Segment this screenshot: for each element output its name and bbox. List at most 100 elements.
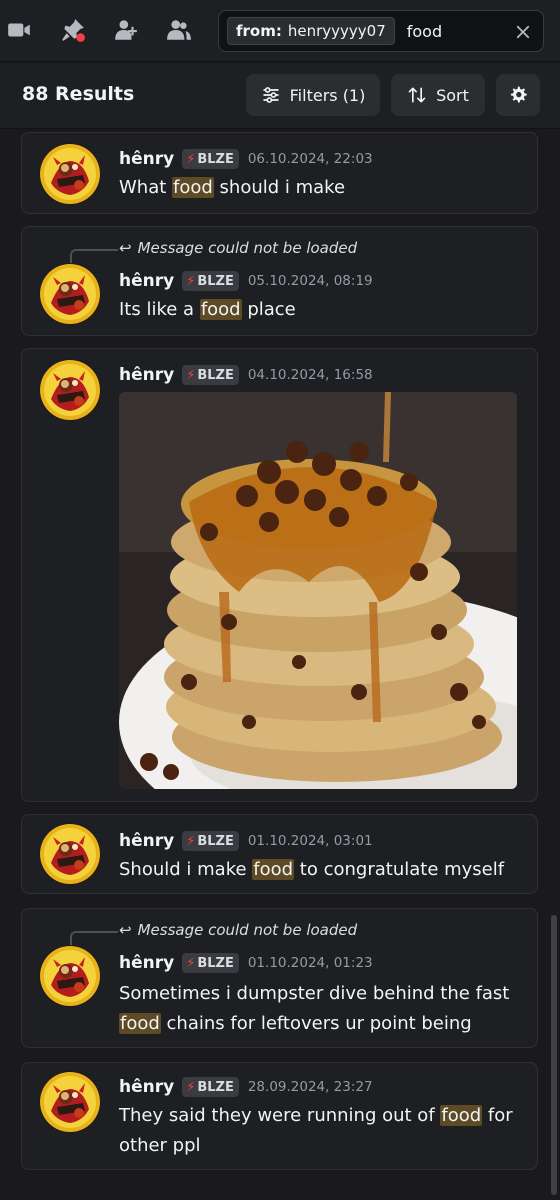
timestamp: 28.09.2024, 23:27 — [247, 1079, 373, 1095]
reply-preview[interactable]: ↩ Message could not be loaded — [119, 921, 357, 939]
username[interactable]: hênry — [119, 831, 174, 851]
timestamp: 01.10.2024, 01:23 — [247, 955, 373, 971]
avatar[interactable] — [39, 1071, 101, 1133]
search-query[interactable]: food — [407, 22, 442, 41]
message-text: What food should i make — [119, 173, 345, 203]
search-highlight: food — [119, 1013, 161, 1034]
search-result-item[interactable]: hênry ⚡ BLZE 28.09.2024, 23:27 They said … — [21, 1062, 538, 1170]
message-header: hênry ⚡ BLZE 04.10.2024, 16:58 — [119, 365, 373, 385]
avatar[interactable] — [39, 945, 101, 1007]
clan-tag-label: BLZE — [197, 273, 234, 289]
search-box[interactable]: from: henryyyyy07 food — [218, 10, 544, 52]
avatar[interactable] — [39, 823, 101, 885]
gear-icon — [510, 86, 527, 103]
text-segment: Its like a — [119, 299, 200, 320]
search-highlight: food — [252, 859, 295, 880]
message-header: hênry ⚡ BLZE 05.10.2024, 08:19 — [119, 271, 373, 291]
bolt-icon: ⚡ — [186, 955, 196, 971]
text-segment: should i make — [213, 177, 346, 198]
clan-tag-label: BLZE — [197, 955, 234, 971]
message-header: hênry ⚡ BLZE 28.09.2024, 23:27 — [119, 1077, 373, 1097]
avatar[interactable] — [39, 359, 101, 421]
clan-tag[interactable]: ⚡ BLZE — [182, 1077, 239, 1097]
message-header: hênry ⚡ BLZE 01.10.2024, 01:23 — [119, 953, 373, 973]
bolt-icon: ⚡ — [186, 367, 196, 383]
search-highlight: food — [172, 177, 214, 198]
sort-button[interactable]: Sort — [391, 74, 485, 116]
text-line: They said they were running out of food … — [119, 1101, 513, 1131]
search-result-item[interactable]: ↩ Message could not be loaded hênry ⚡ BLZE… — [21, 226, 538, 336]
search-result-item[interactable]: hênry ⚡ BLZE 01.10.2024, 03:01 Should i m… — [21, 814, 538, 894]
username[interactable]: hênry — [119, 365, 174, 385]
scrollbar[interactable] — [551, 915, 557, 1195]
message-text: Sometimes i dumpster dive behind the fas… — [119, 979, 509, 1039]
filters-button[interactable]: Filters (1) — [246, 74, 380, 116]
text-segment: They said they were running out of — [119, 1105, 441, 1126]
message-text: Should i make food to congratulate mysel… — [119, 855, 504, 885]
timestamp: 06.10.2024, 22:03 — [247, 151, 373, 167]
reply-connector — [70, 931, 118, 947]
add-member-icon[interactable] — [109, 13, 143, 47]
sliders-icon — [263, 87, 279, 103]
clan-tag-label: BLZE — [197, 367, 234, 383]
text-line: other ppl — [119, 1135, 201, 1156]
filter-key: from: — [236, 22, 282, 40]
bolt-icon: ⚡ — [186, 151, 196, 167]
text-segment: for — [482, 1105, 513, 1126]
message-header: hênry ⚡ BLZE 06.10.2024, 22:03 — [119, 149, 373, 169]
username[interactable]: hênry — [119, 953, 174, 973]
sort-icon — [408, 87, 426, 103]
pinned-messages-icon[interactable] — [56, 13, 90, 47]
search-result-item[interactable]: hênry ⚡ BLZE 06.10.2024, 22:03 What food … — [21, 132, 538, 214]
search-results-list[interactable]: hênry ⚡ BLZE 06.10.2024, 22:03 What food … — [0, 130, 560, 1200]
timestamp: 01.10.2024, 03:01 — [247, 833, 373, 849]
username[interactable]: hênry — [119, 149, 174, 169]
text-segment: Should i make — [119, 859, 253, 880]
avatar[interactable] — [39, 143, 101, 205]
text-segment: to congratulate myself — [294, 859, 505, 880]
message-text: Its like a food place — [119, 295, 296, 325]
avatar[interactable] — [39, 263, 101, 325]
clan-tag[interactable]: ⚡ BLZE — [182, 149, 239, 169]
results-count: 88 Results — [22, 83, 135, 105]
filter-value: henryyyyy07 — [287, 22, 386, 40]
message-text: They said they were running out of food … — [119, 1101, 513, 1161]
bolt-icon: ⚡ — [186, 1079, 196, 1095]
timestamp: 04.10.2024, 16:58 — [247, 367, 373, 383]
search-highlight: food — [199, 299, 242, 320]
clan-tag-label: BLZE — [197, 833, 234, 849]
search-result-item[interactable]: ↩ Message could not be loaded hênry ⚡ BLZE… — [21, 908, 538, 1048]
reply-preview[interactable]: ↩ Message could not be loaded — [119, 239, 357, 257]
filters-label: Filters (1) — [289, 85, 366, 105]
reply-note: Message could not be loaded — [137, 239, 358, 257]
timestamp: 05.10.2024, 08:19 — [247, 273, 373, 289]
search-filter-chip[interactable]: from: henryyyyy07 — [227, 17, 395, 45]
results-header: 88 Results Filters (1) Sort — [0, 63, 560, 129]
search-highlight: food — [440, 1105, 483, 1126]
bolt-icon: ⚡ — [186, 273, 196, 289]
settings-button[interactable] — [496, 74, 540, 116]
search-result-item[interactable]: hênry ⚡ BLZE 04.10.2024, 16:58 — [21, 348, 538, 802]
username[interactable]: hênry — [119, 1077, 174, 1097]
clan-tag[interactable]: ⚡ BLZE — [182, 953, 239, 973]
video-camera-icon[interactable] — [2, 13, 36, 47]
reply-connector — [70, 249, 118, 265]
username[interactable]: hênry — [119, 271, 174, 291]
reply-note: Message could not be loaded — [137, 921, 358, 939]
members-icon[interactable] — [162, 13, 196, 47]
reply-icon: ↩ — [119, 239, 132, 257]
reply-icon: ↩ — [119, 921, 132, 939]
clan-tag[interactable]: ⚡ BLZE — [182, 831, 239, 851]
text-line: food chains for leftovers ur point being — [119, 1009, 509, 1039]
channel-toolbar: from: henryyyyy07 food — [0, 0, 560, 62]
close-icon[interactable] — [511, 20, 535, 44]
text-segment: place — [241, 299, 296, 320]
text-segment: chains for leftovers ur point being — [160, 1013, 472, 1034]
clan-tag[interactable]: ⚡ BLZE — [182, 271, 239, 291]
clan-tag[interactable]: ⚡ BLZE — [182, 365, 239, 385]
clan-tag-label: BLZE — [197, 151, 234, 167]
text-line: Sometimes i dumpster dive behind the fas… — [119, 983, 510, 1004]
text-segment: What — [119, 177, 173, 198]
message-header: hênry ⚡ BLZE 01.10.2024, 03:01 — [119, 831, 373, 851]
pancake-image-attachment[interactable] — [119, 392, 517, 789]
